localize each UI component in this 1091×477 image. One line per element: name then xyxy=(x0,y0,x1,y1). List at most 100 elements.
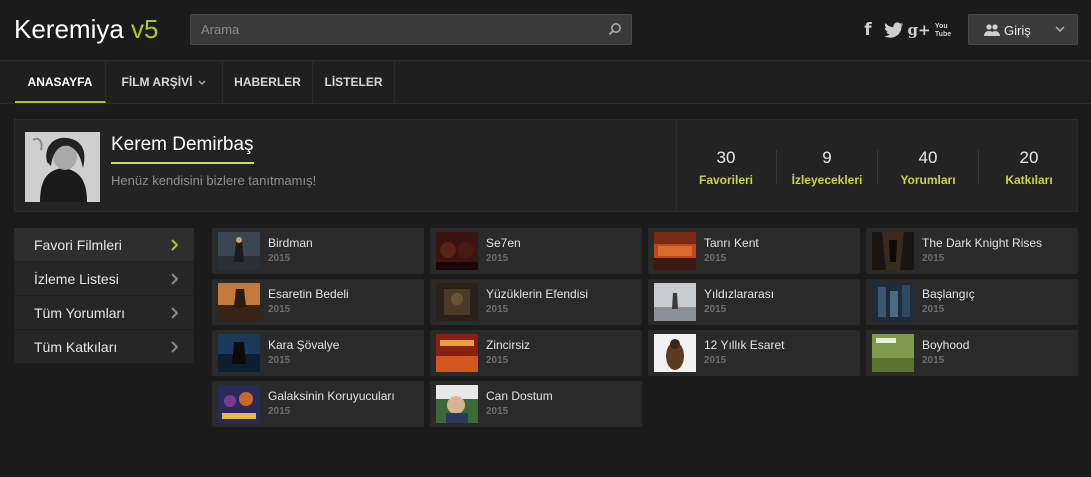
movie-year: 2015 xyxy=(704,304,727,315)
google-plus-icon[interactable]: g+ xyxy=(907,19,930,41)
movie-title: Boyhood xyxy=(922,338,970,352)
logo-version: v5 xyxy=(131,14,159,44)
movie-title: Zincirsiz xyxy=(486,338,530,352)
movie-title: Se7en xyxy=(486,236,521,250)
search-input[interactable] xyxy=(191,15,591,44)
movie-card[interactable]: Yıldızlararası 2015 xyxy=(648,279,860,325)
movie-card[interactable]: Kara Şövalye 2015 xyxy=(212,330,424,376)
stat-watchlist[interactable]: 9 İzleyecekleri xyxy=(777,148,877,187)
movie-card[interactable]: Tanrı Kent 2015 xyxy=(648,228,860,274)
movie-poster xyxy=(218,385,260,423)
movie-year: 2015 xyxy=(268,253,291,264)
movie-poster xyxy=(872,232,914,270)
movie-card[interactable]: Başlangıç 2015 xyxy=(866,279,1078,325)
youtube-icon[interactable]: You Tube xyxy=(935,20,951,42)
movie-card[interactable]: Yüzüklerin Efendisi 2015 xyxy=(430,279,642,325)
chevron-right-icon xyxy=(171,307,178,319)
movie-title: Esaretin Bedeli xyxy=(268,287,349,301)
movie-year: 2015 xyxy=(268,304,291,315)
sidebar-item-label: Favori Filmleri xyxy=(34,237,122,253)
main-nav: ANASAYFA FİLM ARŞİVİ HABERLER LİSTELER xyxy=(0,60,1091,104)
movie-card[interactable]: Zincirsiz 2015 xyxy=(430,330,642,376)
stat-contributions[interactable]: 20 Katkıları xyxy=(979,148,1079,187)
profile-card: Kerem Demirbaş Henüz kendisini bizlere t… xyxy=(14,119,1078,212)
stat-favorites[interactable]: 30 Favorileri xyxy=(676,148,776,187)
chevron-right-icon xyxy=(171,239,178,251)
movie-card[interactable]: The Dark Knight Rises 2015 xyxy=(866,228,1078,274)
stat-number: 20 xyxy=(1019,148,1039,167)
movie-poster xyxy=(436,283,478,321)
movie-poster xyxy=(872,283,914,321)
movie-year: 2015 xyxy=(922,304,945,315)
movie-year: 2015 xyxy=(704,253,727,264)
movie-year: 2015 xyxy=(486,304,509,315)
movie-title: Yüzüklerin Efendisi xyxy=(486,287,589,301)
nav-lists[interactable]: LİSTELER xyxy=(313,61,395,103)
search-icon[interactable] xyxy=(608,22,622,36)
movie-card[interactable]: Se7en 2015 xyxy=(430,228,642,274)
stat-number: 30 xyxy=(716,148,736,167)
movie-card[interactable]: 12 Yıllık Esaret 2015 xyxy=(648,330,860,376)
facebook-icon[interactable]: f xyxy=(861,19,875,41)
movie-poster xyxy=(218,334,260,372)
movie-year: 2015 xyxy=(486,253,509,264)
movie-year: 2015 xyxy=(922,253,945,264)
stat-comments[interactable]: 40 Yorumları xyxy=(878,148,978,187)
stat-number: 40 xyxy=(918,148,938,167)
chevron-right-icon xyxy=(171,273,178,285)
stat-number: 9 xyxy=(822,148,832,167)
sidebar-item-watchlist[interactable]: İzleme Listesi xyxy=(14,262,194,296)
sidebar-item-label: Tüm Katkıları xyxy=(34,339,118,355)
chevron-down-icon xyxy=(1055,26,1065,32)
stat-label: Yorumları xyxy=(900,173,956,187)
avatar xyxy=(25,132,100,202)
movie-poster xyxy=(218,283,260,321)
profile-name: Kerem Demirbaş xyxy=(111,134,254,164)
movie-poster xyxy=(436,232,478,270)
sidebar-item-favorite-films[interactable]: Favori Filmleri xyxy=(14,228,194,262)
sidebar-item-all-contributions[interactable]: Tüm Katkıları xyxy=(14,330,194,364)
stat-label: Katkıları xyxy=(1005,173,1053,187)
chevron-right-icon xyxy=(171,341,178,353)
twitter-icon[interactable] xyxy=(884,19,904,41)
movie-year: 2015 xyxy=(704,355,727,366)
movie-title: Başlangıç xyxy=(922,287,975,301)
nav-home[interactable]: ANASAYFA xyxy=(15,61,106,103)
movie-title: 12 Yıllık Esaret xyxy=(704,338,785,352)
movie-poster xyxy=(654,283,696,321)
movie-title: Kara Şövalye xyxy=(268,338,340,352)
movie-title: Birdman xyxy=(268,236,313,250)
movie-title: The Dark Knight Rises xyxy=(922,236,1043,250)
movie-poster xyxy=(436,334,478,372)
movie-title: Tanrı Kent xyxy=(704,236,759,250)
movie-card[interactable]: Galaksinin Koruyucuları 2015 xyxy=(212,381,424,427)
stat-label: İzleyecekleri xyxy=(791,173,863,187)
nav-film-archive[interactable]: FİLM ARŞİVİ xyxy=(106,61,223,103)
movie-poster xyxy=(654,232,696,270)
movie-card[interactable]: Esaretin Bedeli 2015 xyxy=(212,279,424,325)
nav-news[interactable]: HABERLER xyxy=(223,61,313,103)
movie-card[interactable]: Boyhood 2015 xyxy=(866,330,1078,376)
top-header: Keremiya v5 f g+ You Tube Giriş xyxy=(0,0,1091,60)
sidebar-item-label: İzleme Listesi xyxy=(34,271,119,287)
movie-year: 2015 xyxy=(486,406,509,417)
movie-title: Galaksinin Koruyucuları xyxy=(268,389,395,403)
profile-bio: Henüz kendisini bizlere tanıtmamış! xyxy=(111,173,317,188)
movie-year: 2015 xyxy=(268,355,291,366)
movie-poster xyxy=(436,385,478,423)
sidebar-item-label: Tüm Yorumları xyxy=(34,305,126,321)
movie-title: Can Dostum xyxy=(486,389,553,403)
site-logo[interactable]: Keremiya v5 xyxy=(14,14,159,45)
movie-poster xyxy=(872,334,914,372)
login-button[interactable]: Giriş xyxy=(968,14,1078,45)
movie-title: Yıldızlararası xyxy=(704,287,775,301)
movie-poster xyxy=(218,232,260,270)
movie-poster xyxy=(654,334,696,372)
movie-card[interactable]: Birdman 2015 xyxy=(212,228,424,274)
chevron-down-icon xyxy=(198,80,206,85)
movie-year: 2015 xyxy=(486,355,509,366)
sidebar-item-all-comments[interactable]: Tüm Yorumları xyxy=(14,296,194,330)
movie-card[interactable]: Can Dostum 2015 xyxy=(430,381,642,427)
users-icon xyxy=(984,24,1000,36)
stat-label: Favorileri xyxy=(698,173,754,187)
